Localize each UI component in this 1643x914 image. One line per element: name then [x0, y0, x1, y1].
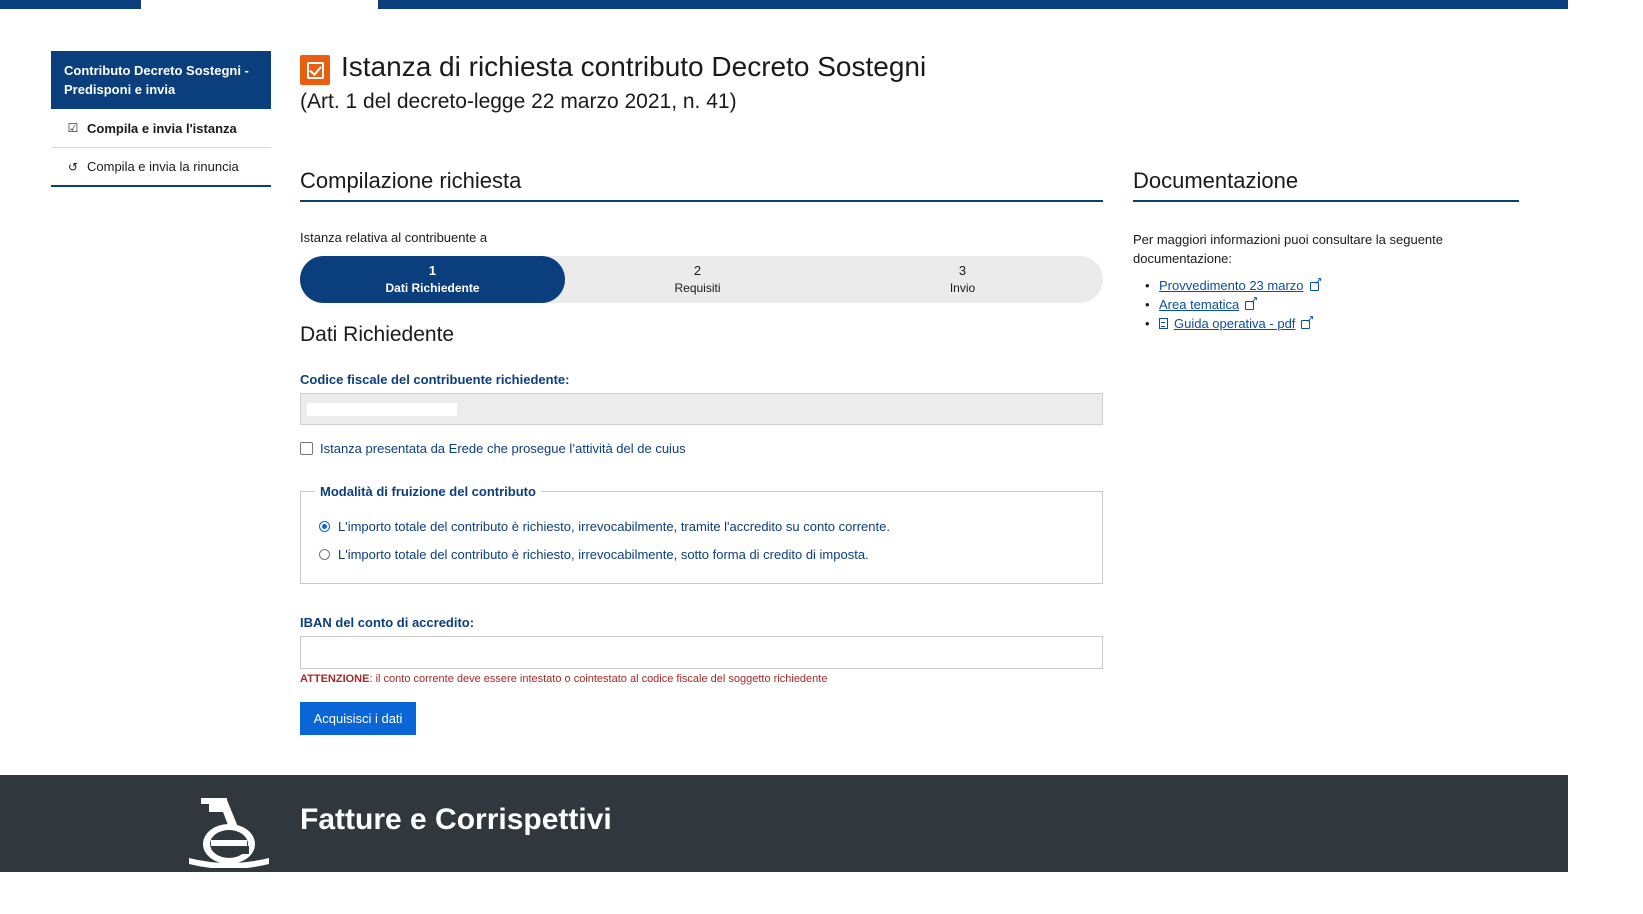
iban-warning: ATTENZIONE: il conto corrente deve esser… [300, 673, 827, 685]
section-divider [300, 200, 1103, 202]
radio-option-conto-corrente[interactable]: L'importo totale del contributo è richie… [319, 519, 890, 534]
acquisisci-dati-button[interactable]: Acquisisci i dati [300, 702, 416, 735]
radio-button[interactable] [319, 549, 330, 560]
link-area-tematica[interactable]: Area tematica [1159, 295, 1239, 314]
step-label: Requisiti [674, 281, 721, 295]
checked-box-icon [300, 55, 330, 85]
external-link-icon[interactable]: ↗ [1309, 276, 1323, 292]
section-title-compilazione: Compilazione richiesta [300, 168, 522, 193]
step-3[interactable]: 3 Invio [830, 256, 1095, 303]
doc-link-item: • Area tematica ↗ [1145, 295, 1322, 314]
external-link-icon[interactable]: ↗ [1245, 295, 1258, 311]
codice-fiscale-label: Codice fiscale del contribuente richiede… [300, 372, 570, 387]
form-title: Dati Richiedente [300, 323, 455, 346]
doc-link-item: • Guida operativa - pdf ↗ [1145, 314, 1322, 333]
sidebar-item-label: Compila e invia l'istanza [87, 120, 237, 136]
documentation-intro: Per maggiori informazioni puoi consultar… [1133, 232, 1444, 266]
step-number: 3 [958, 263, 967, 278]
top-tab-active[interactable] [141, 0, 378, 9]
checkbox-icon: ☑ [67, 121, 79, 135]
agenzia-entrate-logo[interactable] [187, 794, 271, 868]
undo-icon: ↺ [67, 159, 79, 174]
step-1[interactable]: 1 Dati Richiedente [300, 256, 565, 303]
iban-label: IBAN del conto di accredito: [300, 615, 475, 630]
erede-checkbox-label[interactable]: Istanza presentata da Erede che prosegue… [320, 441, 686, 456]
footer-brand[interactable]: Fatture e Corrispettivi [300, 803, 612, 837]
codice-fiscale-field[interactable] [300, 393, 1103, 425]
sidebar-item-compila-rinuncia[interactable]: ↺ Compila e invia la rinuncia [51, 148, 271, 187]
external-link-icon[interactable]: ↗ [1301, 314, 1314, 330]
iban-input[interactable] [300, 636, 1103, 669]
sidebar-header[interactable]: Contributo Decreto Sostegni - Predisponi… [51, 51, 271, 109]
erede-checkbox[interactable] [300, 442, 313, 455]
redacted-value [307, 403, 457, 416]
step-2[interactable]: 2 Requisiti [565, 256, 830, 303]
documentation-links: • Provvedimento 23 marzo ↗ • Area temati… [1145, 276, 1323, 333]
top-navigation-bar [0, 0, 1568, 9]
footer: Fatture e Corrispettivi [0, 775, 1568, 872]
pdf-file-icon [1159, 318, 1168, 329]
sidebar-item-label: Compila e invia la rinuncia [87, 159, 239, 174]
doc-link-item: • Provvedimento 23 marzo ↗ [1145, 276, 1323, 295]
radio-option-credito-imposta[interactable]: L'importo totale del contributo è richie… [319, 547, 869, 562]
warning-strong: ATTENZIONE [300, 673, 370, 685]
radio-label[interactable]: L'importo totale del contributo è richie… [338, 519, 890, 534]
link-guida-operativa[interactable]: Guida operativa - pdf [1174, 314, 1295, 333]
documentation-title: Documentazione [1133, 168, 1299, 193]
bullet: • [1145, 278, 1150, 293]
progress-stepper: 1 Dati Richiedente 2 Requisiti 3 Invio [300, 256, 1103, 303]
warning-text: : il conto corrente deve essere intestat… [369, 673, 828, 685]
bullet: • [1145, 316, 1150, 331]
bullet: • [1145, 297, 1150, 312]
step-number: 1 [428, 263, 437, 278]
radio-label[interactable]: L'importo totale del contributo è richie… [338, 547, 869, 562]
context-text: Istanza relativa al contribuente a [300, 230, 488, 245]
link-provvedimento[interactable]: Provvedimento 23 marzo [1159, 276, 1304, 295]
step-label: Invio [949, 281, 976, 295]
page-title: Istanza di richiesta contributo Decreto … [341, 51, 927, 82]
step-number: 2 [693, 263, 702, 278]
documentation-divider [1133, 200, 1519, 202]
radio-button-selected[interactable] [319, 521, 330, 532]
modalita-legend: Modalità di fruizione del contributo [314, 484, 542, 499]
erede-checkbox-row[interactable]: Istanza presentata da Erede che prosegue… [300, 441, 686, 456]
step-label: Dati Richiedente [385, 281, 480, 295]
modalita-fieldset [300, 491, 1103, 584]
sidebar-item-compila-istanza[interactable]: ☑ Compila e invia l'istanza [51, 109, 271, 148]
sidebar: Contributo Decreto Sostegni - Predisponi… [51, 51, 271, 187]
page-subtitle: (Art. 1 del decreto-legge 22 marzo 2021,… [300, 90, 737, 113]
